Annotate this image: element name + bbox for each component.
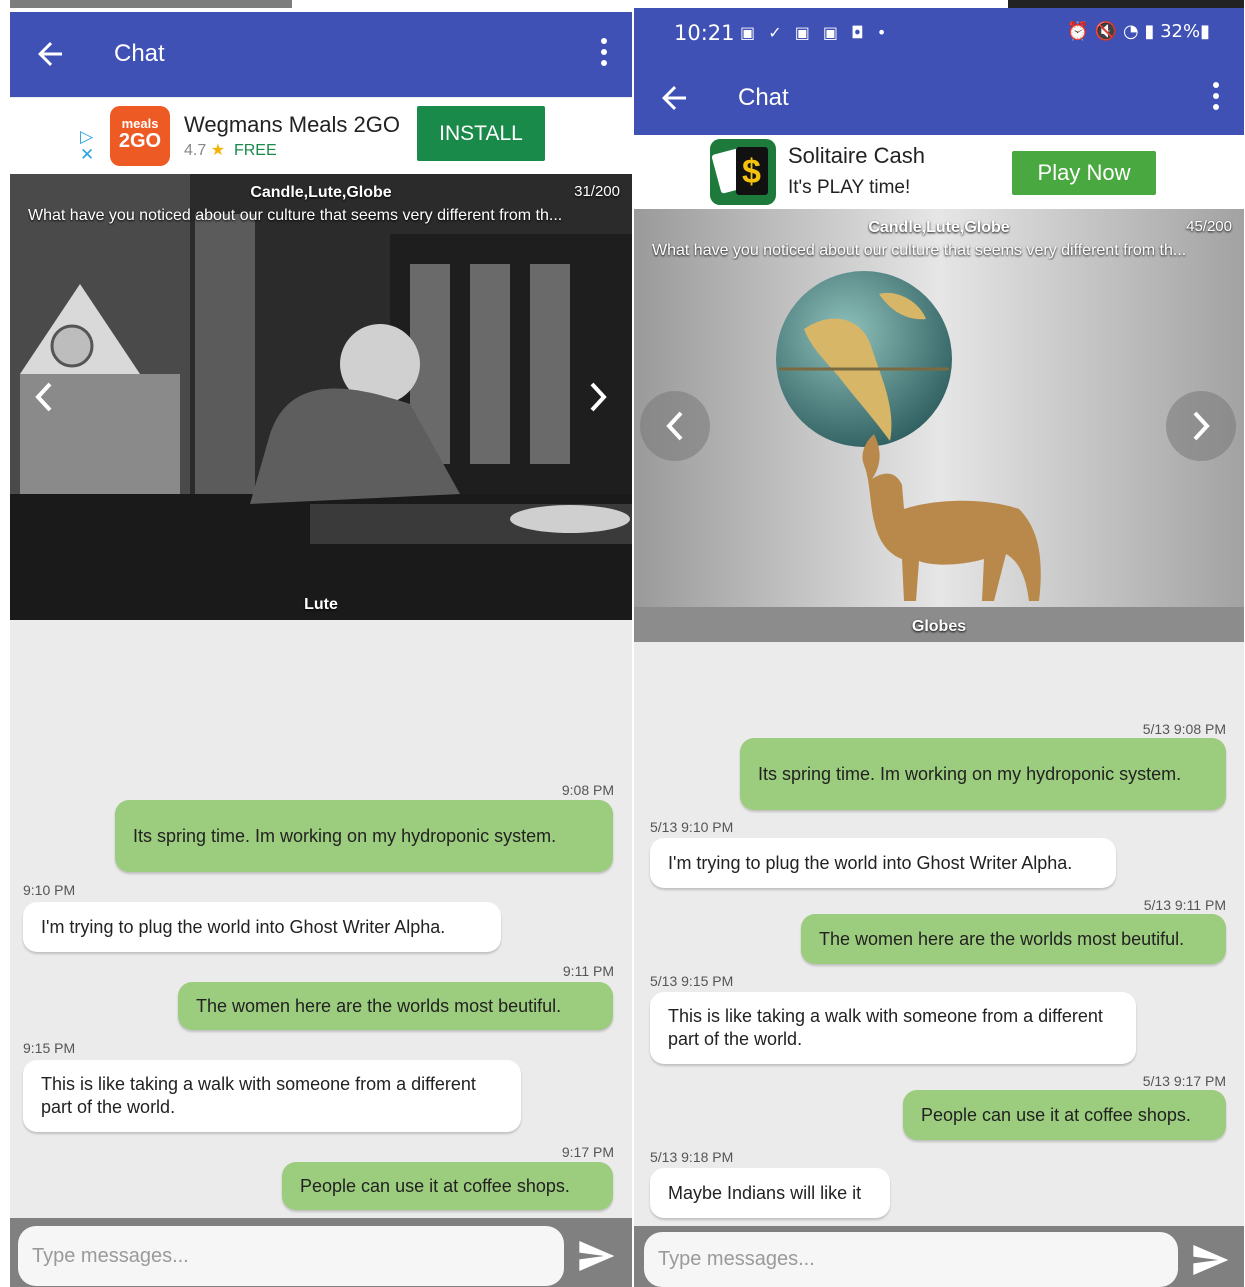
star-icon: ★ — [210, 142, 226, 159]
play-now-button[interactable]: Play Now — [1012, 151, 1156, 195]
back-arrow-icon[interactable] — [32, 36, 68, 72]
message-timestamp: 9:10 PM — [23, 882, 76, 898]
image-carousel[interactable]: Candle,Lute,Globe 45/200 What have you n… — [634, 209, 1244, 642]
carousel-next-icon[interactable] — [562, 362, 632, 432]
more-options-icon[interactable] — [600, 38, 608, 70]
banner-question: What have you noticed about our culture … — [28, 207, 563, 224]
outgoing-message[interactable]: People can use it at coffee shops. — [903, 1090, 1226, 1140]
message-timestamp: 5/13 9:18 PM — [650, 1149, 734, 1165]
carousel-next-icon[interactable] — [1166, 391, 1236, 461]
outgoing-message[interactable]: Its spring time. Im working on my hydrop… — [740, 738, 1226, 810]
install-button[interactable]: INSTALL — [417, 106, 545, 161]
send-icon[interactable] — [1190, 1240, 1230, 1280]
message-timestamp: 5/13 9:11 PM — [1143, 897, 1226, 913]
image-carousel[interactable]: Candle,Lute,Globe 31/200 What have you n… — [10, 174, 632, 620]
page-title: Chat — [114, 40, 165, 67]
carousel-prev-icon[interactable] — [640, 391, 710, 461]
ad-rating: 4.7 ★ FREE — [184, 142, 277, 159]
incoming-message[interactable]: I'm trying to plug the world into Ghost … — [650, 838, 1116, 888]
carousel-photo — [10, 174, 632, 620]
image-caption: Lute — [304, 596, 338, 613]
input-bar: Type messages... — [634, 1226, 1244, 1287]
top-divider-right — [1008, 0, 1244, 8]
image-caption: Globes — [911, 618, 967, 635]
banner-categories: Candle,Lute,Globe — [868, 219, 1010, 236]
top-divider-left — [10, 0, 292, 8]
incoming-message[interactable]: This is like taking a walk with someone … — [650, 992, 1136, 1064]
app-icon[interactable]: meals 2GO — [110, 106, 170, 166]
carousel-photo — [634, 209, 1244, 642]
message-timestamp: 9:08 PM — [561, 782, 614, 798]
banner-question: What have you noticed about our culture … — [652, 242, 1187, 259]
question-counter: 45/200 — [1186, 218, 1232, 235]
clock: 10:21 — [674, 21, 735, 45]
back-arrow-icon[interactable] — [656, 80, 692, 116]
carousel-prev-icon[interactable] — [10, 362, 80, 432]
send-icon[interactable] — [576, 1236, 616, 1276]
outgoing-message[interactable]: The women here are the worlds most beuti… — [801, 914, 1226, 964]
outgoing-message[interactable]: People can use it at coffee shops. — [282, 1162, 613, 1210]
message-timestamp: 5/13 9:10 PM — [650, 819, 734, 835]
app-bar: Chat — [10, 12, 632, 97]
message-timestamp: 5/13 9:08 PM — [1142, 721, 1226, 737]
message-timestamp: 9:17 PM — [561, 1144, 614, 1160]
message-input[interactable]: Type messages... — [18, 1226, 564, 1286]
banner-categories: Candle,Lute,Globe — [250, 184, 392, 201]
incoming-message[interactable]: Maybe Indians will like it — [650, 1168, 890, 1218]
app-bar: Chat — [634, 56, 1244, 141]
status-bar: 10:21 ▣ ✓ ▣ ▣ ◘ • ⏰ 🔇 ◔ ▮ 32%▮ — [634, 8, 1244, 56]
ad-banner[interactable]: $ Solitaire Cash It's PLAY time! Play No… — [634, 135, 1244, 209]
ad-app-name: Solitaire Cash — [788, 143, 925, 168]
ad-tagline: It's PLAY time! — [788, 177, 911, 198]
incoming-message[interactable]: I'm trying to plug the world into Ghost … — [23, 902, 501, 952]
page-title: Chat — [738, 84, 789, 111]
outgoing-message[interactable]: The women here are the worlds most beuti… — [178, 982, 613, 1030]
ad-banner[interactable]: ▷ ✕ meals 2GO Wegmans Meals 2GO 4.7 ★ FRE… — [10, 98, 632, 174]
message-timestamp: 5/13 9:17 PM — [1142, 1073, 1226, 1089]
message-list: 9:08 PM Its spring time. Im working on m… — [10, 620, 632, 1218]
message-timestamp: 9:15 PM — [23, 1040, 76, 1056]
more-options-icon[interactable] — [1212, 82, 1220, 114]
notification-icons: ▣ ✓ ▣ ▣ ◘ • — [740, 23, 891, 42]
input-bar: Type messages... — [10, 1218, 632, 1287]
outgoing-message[interactable]: Its spring time. Im working on my hydrop… — [115, 800, 613, 872]
app-icon[interactable]: $ — [710, 139, 776, 205]
dollar-icon: $ — [742, 153, 761, 191]
system-status-icons: ⏰ 🔇 ◔ ▮ 32%▮ — [1066, 21, 1210, 42]
right-phone-screen: 10:21 ▣ ✓ ▣ ▣ ◘ • ⏰ 🔇 ◔ ▮ 32%▮ Chat $ So… — [634, 8, 1244, 1287]
message-timestamp: 5/13 9:15 PM — [650, 973, 734, 989]
ad-choices-icon[interactable]: ▷ ✕ — [80, 128, 94, 164]
ad-app-name: Wegmans Meals 2GO — [184, 112, 401, 137]
message-input[interactable]: Type messages... — [644, 1232, 1178, 1287]
message-list: 5/13 9:08 PM Its spring time. Im working… — [634, 642, 1244, 1226]
question-counter: 31/200 — [574, 183, 620, 200]
incoming-message[interactable]: This is like taking a walk with someone … — [23, 1060, 521, 1132]
message-timestamp: 9:11 PM — [562, 963, 614, 979]
left-phone-screen: Chat ▷ ✕ meals 2GO Wegmans Meals 2GO 4.7 … — [10, 12, 632, 1287]
